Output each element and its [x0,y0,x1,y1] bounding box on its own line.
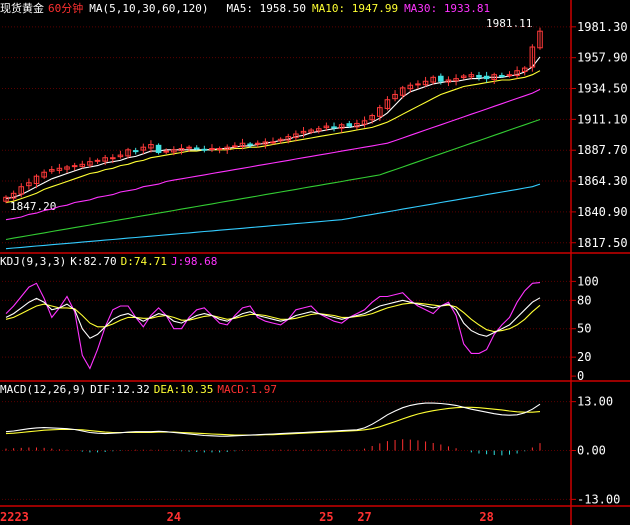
main-y-tick-label-5: 1864.30 [577,174,628,188]
x-date-label-2: 25 [319,510,333,524]
candle-body-45 [346,123,353,127]
kdj-y-tick-label-1: 80 [577,293,591,307]
dea-colon: : [174,383,181,396]
main-y-tick-label-0: 1981.30 [577,20,628,34]
x-date-label-4: 28 [479,510,493,524]
macd-value: 1.97 [250,383,277,396]
d-name: D [121,255,128,268]
candle-body-43 [331,126,337,129]
macd-dif-line [5,402,541,437]
macd-y-tick-label-2: -13.00 [577,492,620,506]
candle-body-30 [232,145,238,148]
candle-body-35 [270,141,276,144]
candle-body-65 [499,74,505,77]
main-panel-header: 现货黄金 60分钟 MA(5,10,30,60,120) MA5: 1958.50 MA… [0,1,490,15]
kdj-y-tick-label-3: 20 [577,350,591,364]
ma30-series-line [5,88,541,221]
chart-marks: 1981.30 1957.90 1934.50 1911.10 1887.70 1864.… [0,20,628,524]
j-name: J [171,255,178,268]
kdj-y-tick-label-2: 50 [577,322,591,336]
macd-y-tick-label-1: 0.00 [577,444,606,458]
candle-body-32 [247,143,253,146]
candle-body-17 [132,150,139,153]
candle-body-21 [163,150,169,153]
main-y-tick-label-2: 1934.50 [577,82,628,96]
candle-body-9 [71,165,78,168]
candle-body-63 [483,75,490,80]
ma10-series-line [5,70,541,204]
dea-name: DEA [154,383,174,396]
candle-body-14 [110,157,116,160]
d-value: 74.71 [134,255,167,268]
period-label: 60分钟 [48,1,83,15]
candle-body-27 [209,148,215,150]
macd-y-tick-label-0: 13.00 [577,395,613,409]
instrument-name: 现货黄金 [0,1,44,15]
ma5-series-line [5,56,541,200]
main-y-tick-label-1: 1957.90 [577,51,628,65]
candle-body-25 [193,147,200,150]
macd-name: MACD [217,383,244,396]
candle-body-62 [476,74,482,78]
ma5-name: MA5 [226,2,246,15]
ma10-value: 1947.99 [352,2,398,15]
macd-title: MACD(12,26,9) [0,383,86,396]
candle-body-24 [186,146,192,149]
candle-body-54 [415,83,421,86]
ma30-value: 1933.81 [444,2,490,15]
candle-body-33 [254,142,261,145]
ma-header: MA(5,10,30,60,120) [89,2,208,15]
dif-colon: : [110,383,117,396]
x-date-label-0: 2223 [0,510,29,524]
chart-canvas: 现货黄金 60分钟 MA(5,10,30,60,120) MA5: 1958.50 MA… [0,0,630,525]
low-annotation: 1847.20 [10,200,56,213]
ma5-value: 1958.50 [260,2,306,15]
kdj-panel-header: KDJ(9,3,3) K:82.70 D:74.71 J:98.68 [0,255,217,268]
k-colon: : [77,255,84,268]
main-y-tick-label-7: 1817.50 [577,236,628,250]
candle-body-20 [155,144,162,153]
x-date-label-3: 27 [357,510,371,524]
main-y-tick-label-3: 1911.10 [577,112,628,126]
candle-body-66 [506,74,513,77]
kdj-j-line [5,282,541,370]
kdj-y-tick-label-0: 100 [577,274,599,288]
ma30-colon: : [431,2,444,15]
ma60-series-line [5,118,541,241]
main-y-tick-label-6: 1840.90 [577,205,628,219]
macd-dea-line [5,406,541,436]
x-date-label-1: 24 [167,510,181,524]
j-value: 98.68 [184,255,217,268]
candle-body-12 [94,159,101,162]
macd-colon: : [244,383,251,396]
high-annotation: 1981.11 [486,17,532,30]
ma10-name: MA10 [312,2,339,15]
d-colon: : [127,255,134,268]
candle-body-28 [216,148,223,150]
kdj-title: KDJ(9,3,3) [0,255,66,268]
k-value: 82.70 [83,255,116,268]
candle-body-57 [438,75,444,82]
macd-panel-header: MACD(12,26,9) DIF:12.32 DEA:10.35 MACD:1.97 [0,383,277,396]
ma10-colon: : [338,2,351,15]
dif-value: 12.32 [117,383,150,396]
ma30-name: MA30 [404,2,431,15]
j-colon: : [178,255,185,268]
dea-value: 10.35 [180,383,213,396]
main-y-tick-label-4: 1887.70 [577,143,628,157]
dif-name: DIF [90,383,110,396]
kdj-y-tick-label-4: 0 [577,369,584,383]
candle-body-26 [201,148,208,151]
ma5-colon: : [246,2,259,15]
kdj-k-line [5,297,541,339]
